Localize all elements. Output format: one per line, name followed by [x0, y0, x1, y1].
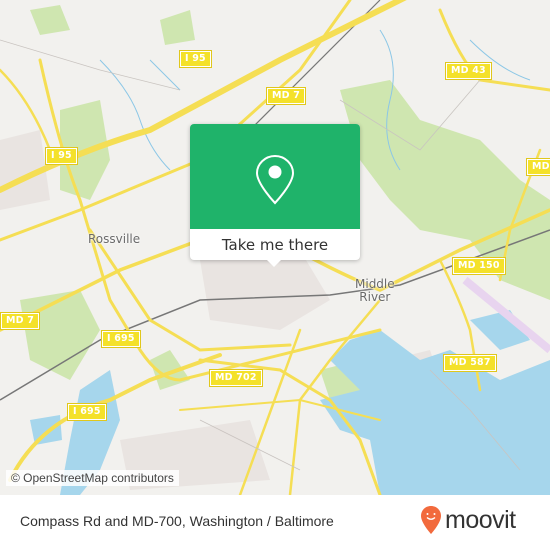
location-card: Take me there	[190, 124, 360, 267]
road-shield: MD	[526, 158, 550, 176]
place-label-rossville: Rossville	[88, 232, 141, 246]
road-shield: MD 150	[452, 257, 506, 275]
road-shield: MD 702	[209, 369, 263, 387]
attribution-text: © OpenStreetMap contributors	[11, 471, 174, 485]
brand-name: moovit	[445, 505, 516, 534]
road-shield: I 695	[67, 403, 107, 421]
road-shield: MD 587	[443, 354, 497, 372]
place-label-middle-river: Middle River	[355, 277, 395, 304]
moovit-logo[interactable]: moovit	[420, 505, 516, 535]
map[interactable]: I 95 I 95 MD 7 MD 43 MD MD 7 I 695 I 695…	[0, 0, 550, 495]
moovit-pin-icon	[421, 506, 441, 534]
card-header	[190, 124, 360, 229]
map-pin-icon	[255, 154, 295, 205]
road-shield: MD 7	[265, 87, 307, 105]
card-pointer	[266, 259, 282, 267]
road-shield: I 695	[101, 330, 141, 348]
footer: Compass Rd and MD-700, Washington / Balt…	[0, 495, 550, 550]
map-attribution[interactable]: © OpenStreetMap contributors	[6, 470, 179, 486]
location-title: Compass Rd and MD-700, Washington / Balt…	[20, 513, 334, 529]
road-shield: I 95	[45, 147, 78, 165]
take-me-there-button[interactable]: Take me there	[190, 229, 360, 260]
road-shield: I 95	[179, 50, 212, 68]
road-shield: MD 43	[445, 62, 492, 80]
road-shield: MD 7	[0, 312, 41, 330]
